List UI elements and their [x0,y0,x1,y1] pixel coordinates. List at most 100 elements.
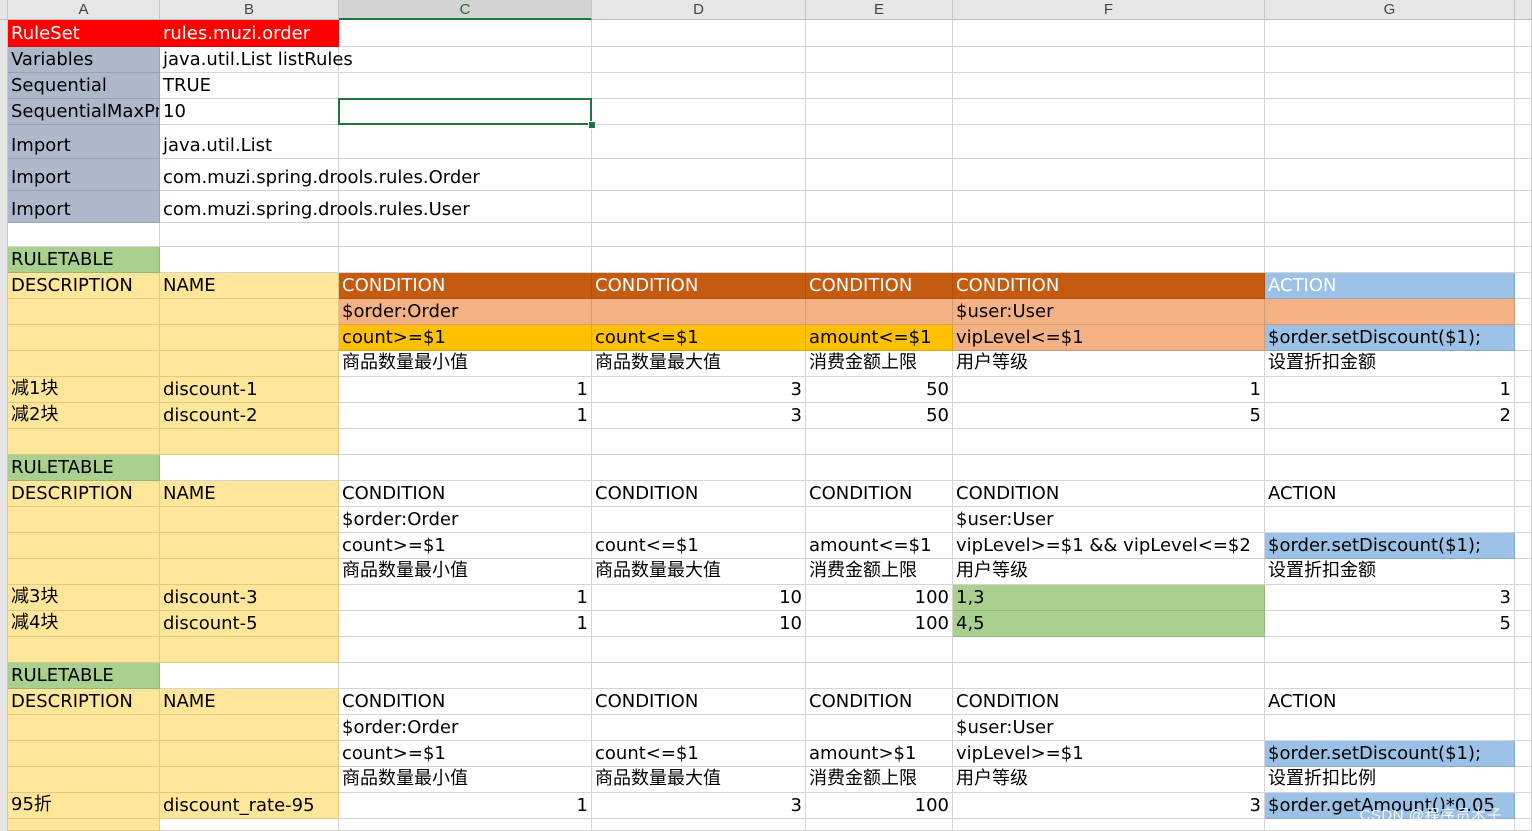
cell-c25[interactable] [339,663,592,689]
cell-e14[interactable]: 50 [806,377,953,403]
cell-f4[interactable] [953,99,1265,125]
cell-c17[interactable] [339,455,592,481]
cell-b7[interactable]: com.muzi.spring.drools.rules.User [160,191,470,223]
cell-g11[interactable] [1265,299,1515,325]
cell-a24[interactable] [8,637,160,663]
cell-g29[interactable]: 设置折扣比例 [1265,767,1515,793]
cell-f18[interactable]: CONDITION [953,481,1265,507]
column-header-e[interactable]: E [806,0,953,20]
cell-d13[interactable]: 商品数量最大值 [592,351,806,377]
cell-d17[interactable] [592,455,806,481]
cell-f5[interactable] [953,125,1265,159]
cell-d31[interactable] [592,819,806,831]
cell-e19[interactable] [806,507,953,533]
cell-b13[interactable] [160,351,339,377]
cell-b26[interactable]: NAME [160,689,339,715]
cell-a17[interactable]: RULETABLE [8,455,160,481]
cell-f13[interactable]: 用户等级 [953,351,1265,377]
row-header[interactable] [0,125,8,159]
cell-c18[interactable]: CONDITION [339,481,592,507]
cell-f12[interactable]: vipLevel<=$1 [953,325,1265,351]
cell-d15[interactable]: 3 [592,403,806,429]
cell-d29[interactable]: 商品数量最大值 [592,767,806,793]
row-header[interactable] [0,455,8,481]
cell-b5[interactable]: java.util.List [160,125,339,159]
row-header[interactable] [0,159,8,191]
cell-d12[interactable]: count<=$1 [592,325,806,351]
cell-e6[interactable] [806,159,953,191]
row-header[interactable] [0,819,8,831]
cell-e13[interactable]: 消费金额上限 [806,351,953,377]
row-header[interactable] [0,533,8,559]
cell-f14[interactable]: 1 [953,377,1265,403]
cell-a27[interactable] [8,715,160,741]
fill-handle[interactable] [588,121,596,129]
cell-d28[interactable]: count<=$1 [592,741,806,767]
cell-c4[interactable] [339,99,592,125]
cell-g13[interactable]: 设置折扣金额 [1265,351,1515,377]
column-header-a[interactable]: A [8,0,160,20]
row-header[interactable] [0,47,8,73]
cell-d18[interactable]: CONDITION [592,481,806,507]
cell-d22[interactable]: 10 [592,585,806,611]
cell-a16[interactable] [8,429,160,455]
cell-c14[interactable]: 1 [339,377,592,403]
row-header[interactable] [0,689,8,715]
cell-g19[interactable] [1265,507,1515,533]
row-header[interactable] [0,403,8,429]
row-header[interactable] [0,20,8,47]
cell-b9[interactable] [160,247,339,273]
cell-d3[interactable] [592,73,806,99]
cell-g21[interactable]: 设置折扣金额 [1265,559,1515,585]
cell-g6[interactable] [1265,159,1515,191]
cell-b4[interactable]: 10 [160,99,339,125]
cell-g22[interactable]: 3 [1265,585,1515,611]
cell-e15[interactable]: 50 [806,403,953,429]
cell-c8[interactable] [339,223,592,247]
row-header[interactable] [0,377,8,403]
cell-a26[interactable]: DESCRIPTION [8,689,160,715]
cell-c24[interactable] [339,637,592,663]
cell-g12[interactable]: $order.setDiscount($1); [1265,325,1515,351]
cell-d21[interactable]: 商品数量最大值 [592,559,806,585]
row-header[interactable] [0,585,8,611]
cell-a7[interactable]: Import [8,191,160,223]
cell-e26[interactable]: CONDITION [806,689,953,715]
cell-b18[interactable]: NAME [160,481,339,507]
cell-e20[interactable]: amount<=$1 [806,533,953,559]
cell-b16[interactable] [160,429,339,455]
cell-a10[interactable]: DESCRIPTION [8,273,160,299]
cell-a19[interactable] [8,507,160,533]
cell-g3[interactable] [1265,73,1515,99]
cell-g1[interactable] [1265,20,1515,47]
cell-g28[interactable]: $order.setDiscount($1); [1265,741,1515,767]
row-header[interactable] [0,73,8,99]
row-header[interactable] [0,793,8,819]
cell-d14[interactable]: 3 [592,377,806,403]
cell-f22[interactable]: 1,3 [953,585,1265,611]
column-header-b[interactable]: B [160,0,339,20]
row-header[interactable] [0,507,8,533]
cell-c23[interactable]: 1 [339,611,592,637]
cell-b21[interactable] [160,559,339,585]
cell-d10[interactable]: CONDITION [592,273,806,299]
cell-a29[interactable] [8,767,160,793]
cell-a15[interactable]: 减2块 [8,403,160,429]
column-header-c[interactable]: C [339,0,592,20]
cell-e2[interactable] [806,47,953,73]
cell-a28[interactable] [8,741,160,767]
row-header[interactable] [0,99,8,125]
cell-a18[interactable]: DESCRIPTION [8,481,160,507]
cell-a5[interactable]: Import [8,125,160,159]
cell-d26[interactable]: CONDITION [592,689,806,715]
cell-e23[interactable]: 100 [806,611,953,637]
cell-b2[interactable]: java.util.List listRules [160,47,353,73]
cell-c21[interactable]: 商品数量最小值 [339,559,592,585]
cell-f29[interactable]: 用户等级 [953,767,1265,793]
cell-a4[interactable]: SequentialMaxPriority [8,99,160,125]
cell-g23[interactable]: 5 [1265,611,1515,637]
row-header[interactable] [0,559,8,585]
cell-c12[interactable]: count>=$1 [339,325,592,351]
cell-f8[interactable] [953,223,1265,247]
cell-g4[interactable] [1265,99,1515,125]
